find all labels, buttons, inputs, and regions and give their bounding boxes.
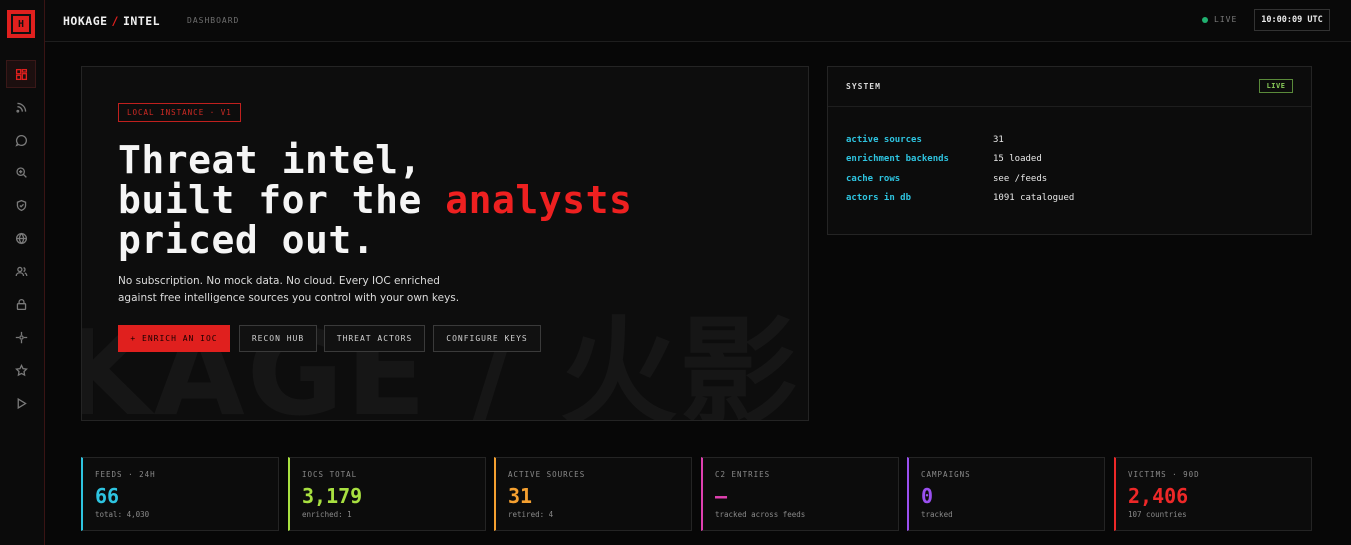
rss-feed-icon <box>15 102 26 113</box>
hero-title: Threat intel, built for the analysts pri… <box>118 140 632 260</box>
stat-label: IOCS TOTAL <box>302 470 358 479</box>
sidebar: H <box>0 0 45 545</box>
system-row-value: 31 <box>993 135 1004 145</box>
shield-check-icon <box>16 199 26 211</box>
stat-sub: enriched: 1 <box>302 510 352 519</box>
hero-title-line1: Threat intel, <box>118 138 422 182</box>
system-row: active sources 31 <box>846 135 1004 145</box>
crosshair-icon <box>15 331 27 343</box>
system-row-key: enrichment backends <box>846 154 949 164</box>
stat-value: — <box>715 484 728 508</box>
nav-play[interactable] <box>6 389 36 417</box>
topbar: HOKAGE / INTEL DASHBOARD LIVE 10:00:09 UTC <box>45 0 1351 42</box>
nav-security[interactable] <box>6 191 36 219</box>
stat-card-iocs[interactable]: IOCS TOTAL 3,179 enriched: 1 <box>288 457 486 531</box>
hero-description: No subscription. No mock data. No cloud.… <box>118 275 460 304</box>
live-label: LIVE <box>1214 15 1238 24</box>
system-row-key: active sources <box>846 135 922 145</box>
hero-title-line2: built for the analysts <box>118 180 632 220</box>
recon-hub-button[interactable]: RECON HUB <box>239 325 317 352</box>
system-row-value: see /feeds <box>993 174 1048 184</box>
live-indicator: LIVE <box>1202 15 1237 24</box>
stat-label: VICTIMS · 90D <box>1128 470 1200 479</box>
globe-icon <box>15 232 27 244</box>
system-panel: SYSTEM LIVE active sources 31 enrichment… <box>827 66 1312 235</box>
system-row-key: actors in db <box>846 193 912 203</box>
stat-label: ACTIVE SOURCES <box>508 470 586 479</box>
breadcrumb: DASHBOARD <box>187 16 240 25</box>
stat-card-feeds[interactable]: FEEDS · 24H 66 total: 4,030 <box>81 457 279 531</box>
nav-globe[interactable] <box>6 224 36 252</box>
system-row: cache rows see /feeds <box>846 174 1047 184</box>
stat-value: 0 <box>921 484 934 508</box>
hero-panel: KAGE / 火影 LOCAL INSTANCE · V1 Threat int… <box>81 66 809 421</box>
stat-label: FEEDS · 24H <box>95 470 156 479</box>
stat-label: C2 ENTRIES <box>715 470 771 479</box>
brand-right: INTEL <box>122 14 161 28</box>
nav-favorites[interactable] <box>6 356 36 384</box>
nav-lock[interactable] <box>6 290 36 318</box>
stat-value: 66 <box>95 484 120 508</box>
nav-search[interactable] <box>6 158 36 186</box>
stat-value: 3,179 <box>302 484 363 508</box>
dashboard-icon <box>15 68 27 80</box>
stat-sub: total: 4,030 <box>95 510 150 519</box>
lock-icon <box>16 298 26 310</box>
system-header: SYSTEM LIVE <box>828 67 1311 107</box>
search-zoom-icon <box>15 166 27 178</box>
utc-clock: 10:00:09 UTC <box>1254 9 1330 31</box>
stat-value: 31 <box>508 484 533 508</box>
nav-feeds[interactable] <box>6 93 36 121</box>
logo-letter: H <box>11 14 31 34</box>
app-logo[interactable]: H <box>7 10 35 38</box>
brand-left: HOKAGE <box>63 14 108 28</box>
stat-sub: tracked across feeds <box>715 510 806 519</box>
brand-separator: / <box>111 14 119 28</box>
live-dot-icon <box>1202 16 1208 23</box>
stat-sub: retired: 4 <box>508 510 554 519</box>
hero-title-line2-pre: built for the <box>118 178 446 222</box>
hero-title-line3: priced out. <box>118 218 376 262</box>
threat-actors-button[interactable]: THREAT ACTORS <box>324 325 425 352</box>
configure-keys-button[interactable]: CONFIGURE KEYS <box>433 325 541 352</box>
play-icon <box>17 397 27 409</box>
stat-label: CAMPAIGNS <box>921 470 971 479</box>
enrich-ioc-button[interactable]: + ENRICH AN IOC <box>118 325 230 352</box>
stat-card-victims[interactable]: VICTIMS · 90D 2,406 107 countries <box>1114 457 1312 531</box>
system-row-key: cache rows <box>846 174 901 184</box>
nav-target[interactable] <box>6 323 36 351</box>
system-row: actors in db 1091 catalogued <box>846 193 1074 203</box>
stat-value: 2,406 <box>1128 484 1189 508</box>
system-live-badge: LIVE <box>1259 79 1293 93</box>
stat-card-sources[interactable]: ACTIVE SOURCES 31 retired: 4 <box>494 457 692 531</box>
hero-title-accent: analysts <box>445 178 633 222</box>
brand-wordmark[interactable]: HOKAGE / INTEL <box>63 14 160 28</box>
users-icon <box>15 266 27 276</box>
star-icon <box>14 363 28 376</box>
system-title: SYSTEM <box>846 82 881 91</box>
stat-card-campaigns[interactable]: CAMPAIGNS 0 tracked <box>907 457 1105 531</box>
stat-sub: tracked <box>921 510 953 519</box>
nav-chat[interactable] <box>6 126 36 154</box>
nav-dashboard[interactable] <box>6 60 36 88</box>
nav-users[interactable] <box>6 257 36 285</box>
system-row-value: 1091 catalogued <box>993 193 1075 203</box>
system-row: enrichment backends 15 loaded <box>846 154 1042 164</box>
chat-bubble-icon <box>14 134 27 147</box>
instance-badge: LOCAL INSTANCE · V1 <box>118 103 241 122</box>
system-row-value: 15 loaded <box>993 154 1042 164</box>
stat-sub: 107 countries <box>1128 510 1187 519</box>
stat-card-c2[interactable]: C2 ENTRIES — tracked across feeds <box>701 457 899 531</box>
